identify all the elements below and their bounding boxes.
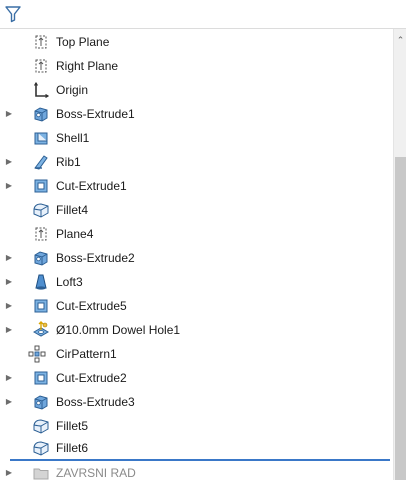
tree-item-label: Boss-Extrude2 xyxy=(56,251,135,265)
tree-item-plane4[interactable]: Plane4 xyxy=(0,223,393,245)
expand-arrow-icon[interactable]: ▶ xyxy=(4,108,14,120)
fillet-icon xyxy=(33,203,49,218)
tree-item-shell1[interactable]: Shell1 xyxy=(0,127,393,149)
boss-extrude-icon xyxy=(34,107,48,122)
tree-item-fillet4[interactable]: Fillet4 xyxy=(0,199,393,221)
tree-item-label: Rib1 xyxy=(56,155,81,169)
scroll-up-arrow-icon[interactable]: ⌃ xyxy=(394,35,406,45)
scrollbar-thumb[interactable] xyxy=(395,157,406,480)
tree-item-label: ZAVRSNI RAD xyxy=(56,466,136,480)
cut-extrude-icon xyxy=(34,299,48,313)
tree-item-label: Cut-Extrude1 xyxy=(56,179,127,193)
rollback-bar[interactable] xyxy=(10,459,390,461)
tree-item-label: Fillet4 xyxy=(56,203,89,217)
origin-icon xyxy=(33,81,50,99)
cut-extrude-icon xyxy=(34,371,48,385)
tree-item-label: Origin xyxy=(56,83,89,97)
fillet-icon xyxy=(33,419,49,434)
rib-icon xyxy=(34,155,48,170)
tree-item-fillet5[interactable]: Fillet5 xyxy=(0,415,393,437)
vertical-scrollbar[interactable]: ⌃ xyxy=(393,29,406,480)
tree-item-right-plane[interactable]: Right Plane xyxy=(0,55,393,77)
expand-arrow-icon[interactable]: ▶ xyxy=(4,324,14,336)
cut-extrude-icon xyxy=(34,179,48,193)
boss-extrude-icon xyxy=(34,395,48,410)
tree-item-dowel-hole1[interactable]: ▶ Ø10.0mm Dowel Hole1 xyxy=(0,319,393,341)
tree-item-label: Fillet5 xyxy=(56,419,89,433)
tree-item-cut-extrude2[interactable]: ▶ Cut-Extrude2 xyxy=(0,367,393,389)
tree-item-label: Top Plane xyxy=(56,35,110,49)
hole-wizard-icon xyxy=(32,321,50,337)
tree-item-label: Loft3 xyxy=(56,275,83,289)
shell-icon xyxy=(34,132,48,145)
tree-item-loft3[interactable]: ▶ Loft3 xyxy=(0,271,393,293)
tree-item-boss-extrude3[interactable]: ▶ Boss-Extrude3 xyxy=(0,391,393,413)
tree-item-label: Right Plane xyxy=(56,59,119,73)
expand-arrow-icon[interactable]: ▶ xyxy=(4,156,14,168)
expand-arrow-icon[interactable]: ▶ xyxy=(4,276,14,288)
expand-arrow-icon[interactable]: ▶ xyxy=(4,252,14,264)
tree-item-label: Boss-Extrude3 xyxy=(56,395,135,409)
tree-item-origin[interactable]: Origin xyxy=(0,79,393,101)
tree-item-label: Shell1 xyxy=(56,131,90,145)
tree-item-label: Ø10.0mm Dowel Hole1 xyxy=(56,323,181,337)
circular-pattern-icon xyxy=(28,345,46,363)
loft-icon xyxy=(35,274,47,290)
feature-manager-tree: Top Plane Right Plane Origin ▶ Boss-Extr… xyxy=(0,29,393,480)
tree-item-fillet6[interactable]: Fillet6 xyxy=(0,437,393,459)
tree-item-label: CirPattern1 xyxy=(56,347,117,361)
plane-icon xyxy=(35,35,47,49)
tree-item-label: Plane4 xyxy=(56,227,94,241)
expand-arrow-icon[interactable]: ▶ xyxy=(4,300,14,312)
tree-item-label: Boss-Extrude1 xyxy=(56,107,135,121)
expand-arrow-icon[interactable]: ▶ xyxy=(4,180,14,192)
expand-arrow-icon[interactable]: ▶ xyxy=(4,396,14,408)
folder-icon xyxy=(33,468,49,480)
tree-item-zavrsni-rad-folder[interactable]: ▶ ZAVRSNI RAD xyxy=(0,462,393,480)
boss-extrude-icon xyxy=(34,251,48,266)
expand-arrow-icon[interactable]: ▶ xyxy=(4,467,14,479)
funnel-filter-icon[interactable] xyxy=(4,5,22,23)
plane-icon xyxy=(35,227,47,241)
tree-item-rib1[interactable]: ▶ Rib1 xyxy=(0,151,393,173)
plane-icon xyxy=(35,59,47,73)
tree-item-label: Fillet6 xyxy=(56,441,89,455)
expand-arrow-icon[interactable]: ▶ xyxy=(4,372,14,384)
tree-item-top-plane[interactable]: Top Plane xyxy=(0,31,393,53)
feature-tree-toolbar xyxy=(0,0,406,29)
tree-item-boss-extrude1[interactable]: ▶ Boss-Extrude1 xyxy=(0,103,393,125)
tree-item-cirpattern1[interactable]: CirPattern1 xyxy=(0,343,393,365)
tree-item-label: Cut-Extrude5 xyxy=(56,299,127,313)
tree-item-cut-extrude5[interactable]: ▶ Cut-Extrude5 xyxy=(0,295,393,317)
tree-item-label: Cut-Extrude2 xyxy=(56,371,127,385)
fillet-icon xyxy=(33,441,49,456)
tree-item-boss-extrude2[interactable]: ▶ Boss-Extrude2 xyxy=(0,247,393,269)
tree-item-cut-extrude1[interactable]: ▶ Cut-Extrude1 xyxy=(0,175,393,197)
